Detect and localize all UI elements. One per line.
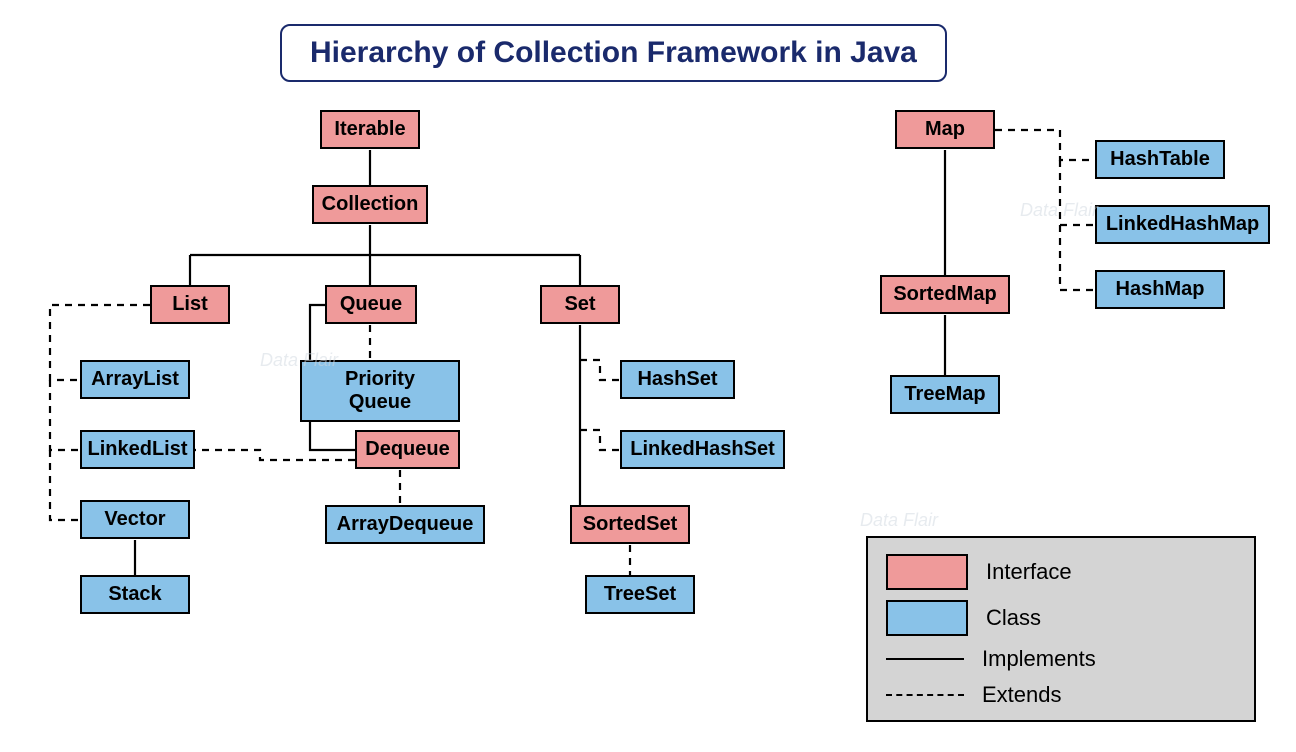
legend-row-implements: Implements [886, 646, 1236, 672]
node-arraylist: ArrayList [80, 360, 190, 399]
node-priorityqueue: Priority Queue [300, 360, 460, 422]
watermark: Data Flair [860, 510, 938, 531]
node-hashtable: HashTable [1095, 140, 1225, 179]
node-collection: Collection [312, 185, 428, 224]
node-treeset: TreeSet [585, 575, 695, 614]
legend-row-extends: Extends [886, 682, 1236, 708]
node-stack: Stack [80, 575, 190, 614]
diagram-title: Hierarchy of Collection Framework in Jav… [280, 24, 947, 82]
node-linkedlist: LinkedList [80, 430, 195, 469]
node-dequeue: Dequeue [355, 430, 460, 469]
legend-row-class: Class [886, 600, 1236, 636]
node-arraydequeue: ArrayDequeue [325, 505, 485, 544]
legend-label-interface: Interface [986, 559, 1072, 585]
node-set: Set [540, 285, 620, 324]
legend-label-extends: Extends [982, 682, 1062, 708]
node-hashmap: HashMap [1095, 270, 1225, 309]
node-sortedmap: SortedMap [880, 275, 1010, 314]
legend-label-implements: Implements [982, 646, 1096, 672]
legend-line-solid [886, 658, 964, 660]
node-vector: Vector [80, 500, 190, 539]
node-map: Map [895, 110, 995, 149]
node-linkedhashset: LinkedHashSet [620, 430, 785, 469]
node-queue: Queue [325, 285, 417, 324]
legend-row-interface: Interface [886, 554, 1236, 590]
node-hashset: HashSet [620, 360, 735, 399]
legend-line-dashed [886, 694, 964, 696]
legend-label-class: Class [986, 605, 1041, 631]
node-sortedset: SortedSet [570, 505, 690, 544]
node-iterable: Iterable [320, 110, 420, 149]
watermark: Data Flair [1020, 200, 1098, 221]
legend-swatch-interface [886, 554, 968, 590]
legend: Interface Class Implements Extends [866, 536, 1256, 722]
node-linkedhashmap: LinkedHashMap [1095, 205, 1270, 244]
node-list: List [150, 285, 230, 324]
legend-swatch-class [886, 600, 968, 636]
node-treemap: TreeMap [890, 375, 1000, 414]
